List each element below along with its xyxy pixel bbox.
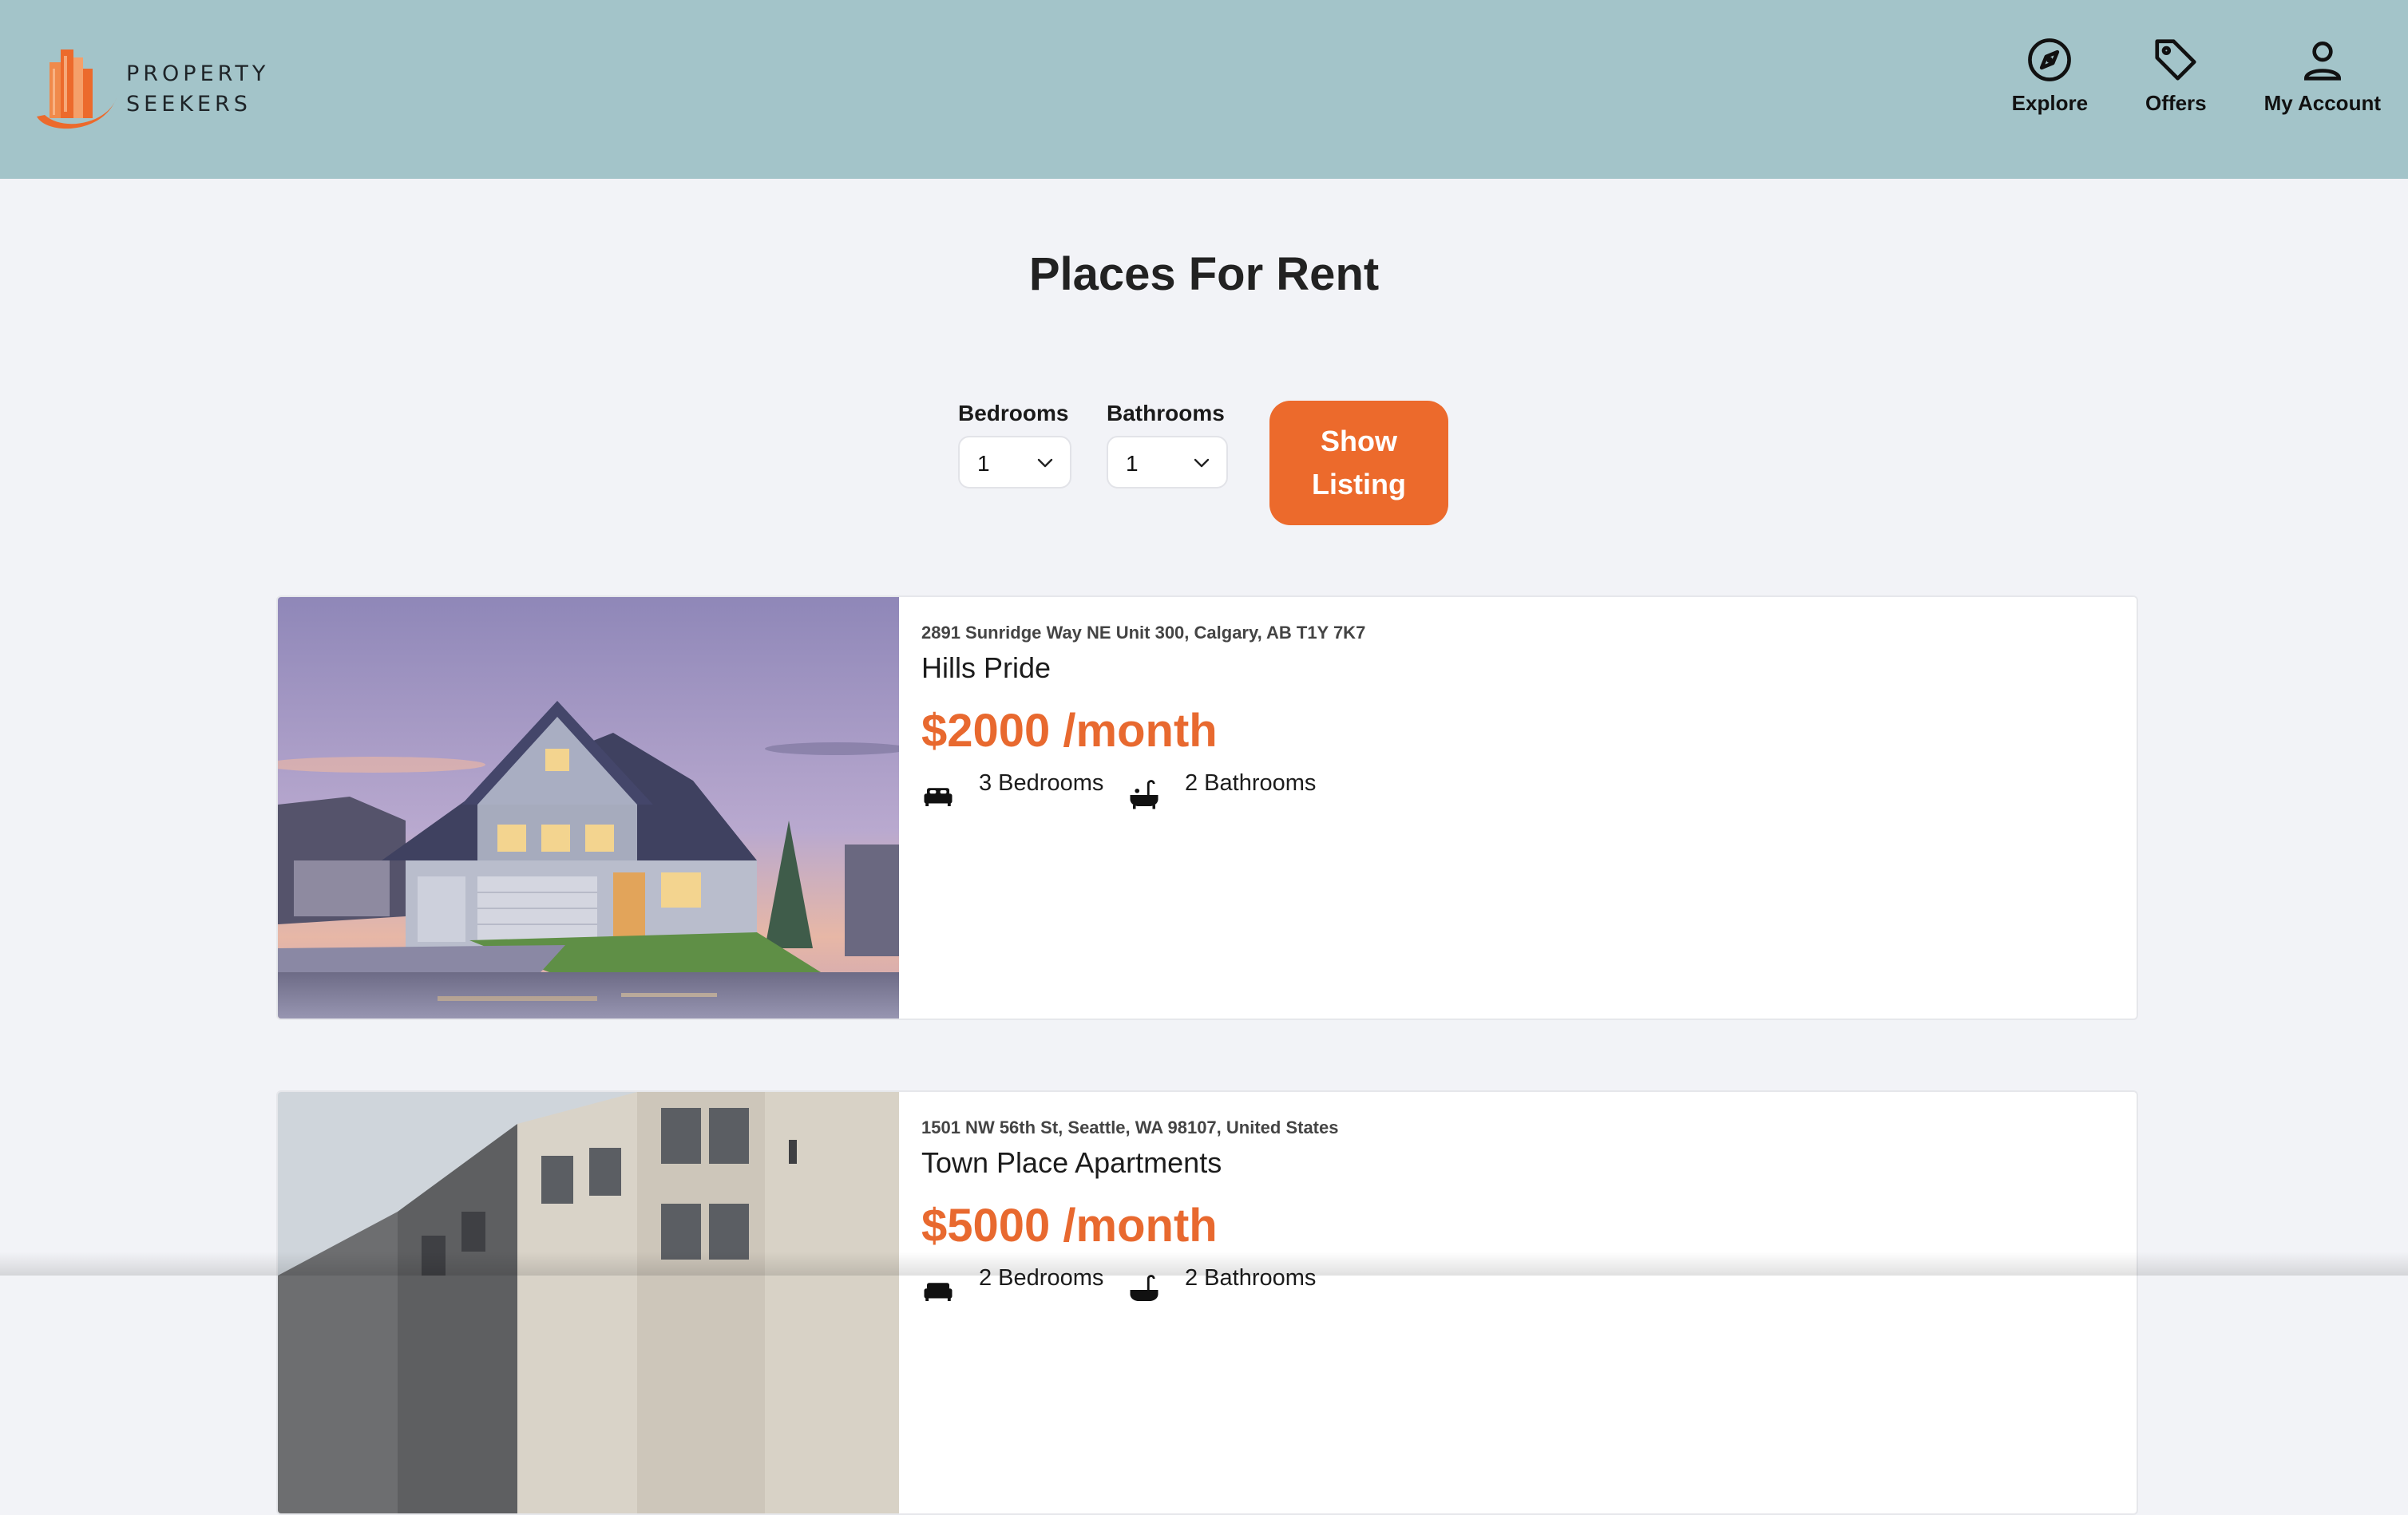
bedrooms-select-value: 1	[977, 451, 990, 477]
chevron-down-icon	[1036, 457, 1054, 469]
nav-offers-label: Offers	[2145, 91, 2207, 116]
listing-details: 1501 NW 56th St, Seattle, WA 98107, Unit…	[921, 1117, 1400, 1305]
nav-explore-label: Explore	[2012, 91, 2088, 116]
listing-price: $2000 /month	[921, 704, 1400, 758]
listing-photo[interactable]	[278, 1092, 899, 1515]
nav-explore[interactable]: Explore	[2012, 35, 2088, 123]
bed-icon	[921, 778, 955, 812]
bathrooms-filter: Bathrooms 1	[1107, 401, 1228, 489]
bedrooms-filter: Bedrooms 1	[958, 401, 1071, 489]
listing-details: 2891 Sunridge Way NE Unit 300, Calgary, …	[921, 623, 1400, 810]
townhouse-apartments-photo	[278, 1092, 899, 1515]
bathrooms-select-value: 1	[1126, 451, 1139, 477]
nav-my-account-label: My Account	[2264, 91, 2381, 116]
brand-line-2: SEEKERS	[126, 89, 269, 120]
listing-features: 3 Bedrooms 2 Bathrooms	[921, 770, 1400, 810]
page-title: Places For Rent	[0, 247, 2408, 301]
bedrooms-label: Bedrooms	[958, 401, 1071, 426]
suburban-house-photo	[278, 597, 899, 1020]
bathtub-icon	[1127, 778, 1161, 812]
bathtub-icon	[1127, 1273, 1161, 1307]
nav-my-account[interactable]: My Account	[2264, 35, 2381, 123]
bedrooms-count: 3 Bedrooms	[979, 770, 1103, 797]
bedrooms-select[interactable]: 1	[958, 436, 1071, 489]
user-icon	[2298, 35, 2347, 85]
brand-line-1: PROPERTY	[126, 59, 269, 89]
bathrooms-feature: 2 Bathrooms	[1127, 770, 1316, 812]
brand-name: PROPERTY SEEKERS	[126, 59, 269, 120]
bedrooms-feature: 3 Bedrooms	[921, 770, 1103, 812]
show-listing-button[interactable]: Show Listing	[1269, 401, 1448, 525]
listing-address: 1501 NW 56th St, Seattle, WA 98107, Unit…	[921, 1117, 1400, 1138]
bathrooms-select[interactable]: 1	[1107, 436, 1228, 489]
viewport-bottom-shadow	[0, 1252, 2408, 1276]
nav-offers[interactable]: Offers	[2145, 35, 2207, 123]
bathrooms-label: Bathrooms	[1107, 401, 1228, 426]
listing-card[interactable]: 1501 NW 56th St, Seattle, WA 98107, Unit…	[276, 1090, 2138, 1515]
chevron-down-icon	[1193, 457, 1210, 469]
listing-card[interactable]: 2891 Sunridge Way NE Unit 300, Calgary, …	[276, 595, 2138, 1020]
buildings-logo-icon	[32, 40, 120, 136]
top-navbar: PROPERTY SEEKERS Explore Offers My	[0, 0, 2408, 179]
listing-address: 2891 Sunridge Way NE Unit 300, Calgary, …	[921, 623, 1400, 643]
listing-name[interactable]: Hills Pride	[921, 651, 1400, 685]
compass-icon	[2025, 35, 2074, 85]
bathrooms-count: 2 Bathrooms	[1185, 770, 1316, 797]
listing-photo[interactable]	[278, 597, 899, 1020]
bed-icon	[921, 1273, 955, 1307]
listing-name[interactable]: Town Place Apartments	[921, 1146, 1400, 1180]
listing-price: $5000 /month	[921, 1199, 1400, 1252]
tag-icon	[2151, 35, 2200, 85]
main-nav: Explore Offers My Account	[1955, 35, 2381, 123]
brand-logo[interactable]: PROPERTY SEEKERS	[32, 40, 271, 136]
